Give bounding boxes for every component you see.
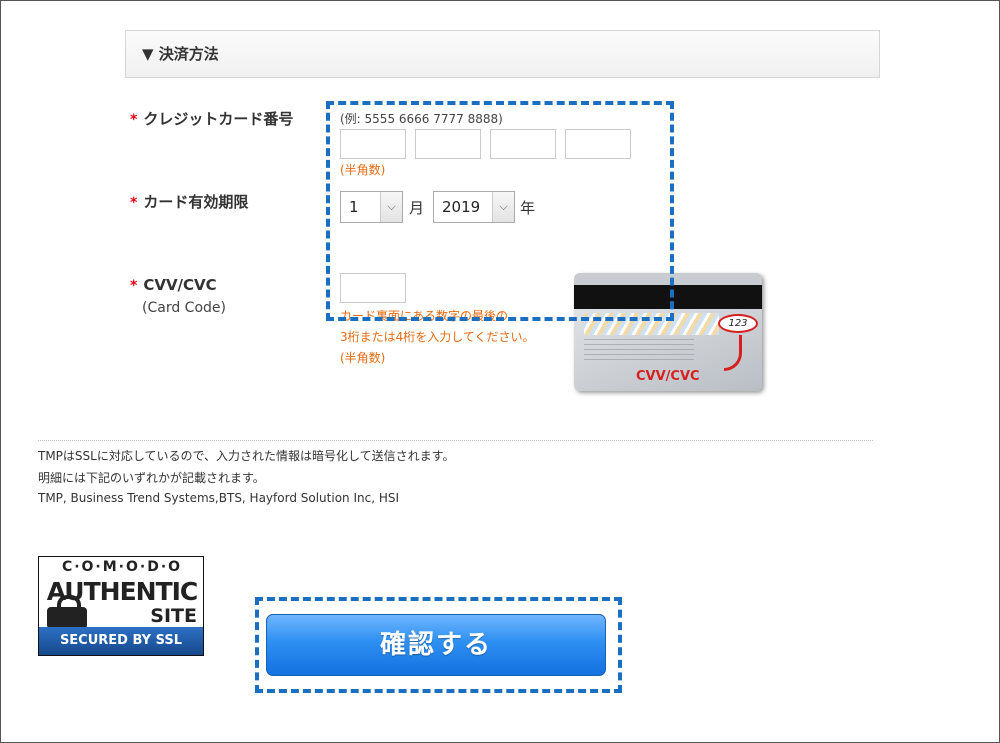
cvv-label-text: CVV/CVC [143, 276, 217, 294]
cvv-label: * CVV/CVC [130, 276, 217, 294]
cvv-sublabel: (Card Code) [142, 300, 226, 316]
ssl-info: TMPはSSLに対応しているので、入力された情報は暗号化して送信されます。 [38, 449, 455, 463]
badge-site: SITE [150, 605, 197, 627]
card-number-label: * クレジットカード番号 [130, 108, 293, 129]
section-header: ▼ 決済方法 [125, 30, 880, 78]
highlight-frame-fields [326, 101, 674, 321]
required-mark: * [130, 112, 138, 128]
expiry-label-text: カード有効期限 [143, 193, 249, 211]
badge-brand: C·O·M·O·D·O [61, 559, 183, 575]
card-fine-print [584, 339, 694, 361]
comodo-ssl-badge[interactable]: C·O·M·O·D·O AUTHENTIC SITE SECURED BY SS… [38, 556, 204, 656]
cvv-note-2: 3桁または4桁を入力してください。 [340, 330, 535, 344]
divider [38, 440, 873, 441]
card-number-label-text: クレジットカード番号 [143, 110, 294, 128]
expiry-label: * カード有効期限 [130, 191, 248, 212]
required-mark: * [130, 195, 138, 211]
statement-names: TMP, Business Trend Systems,BTS, Hayford… [38, 491, 400, 505]
confirm-button[interactable]: 確認する [266, 614, 606, 676]
required-mark: * [130, 278, 138, 294]
cvv-note-3: (半角数) [340, 351, 386, 365]
pointer-arrow-icon [724, 335, 742, 371]
padlock-icon [47, 595, 87, 629]
cvv-code-sample: 123 [718, 314, 758, 333]
badge-secured: SECURED BY SSL [39, 627, 203, 655]
cvv-caption: CVV/CVC [636, 369, 700, 384]
statement-info: 明細には下記のいずれかが記載されます。 [38, 471, 265, 485]
